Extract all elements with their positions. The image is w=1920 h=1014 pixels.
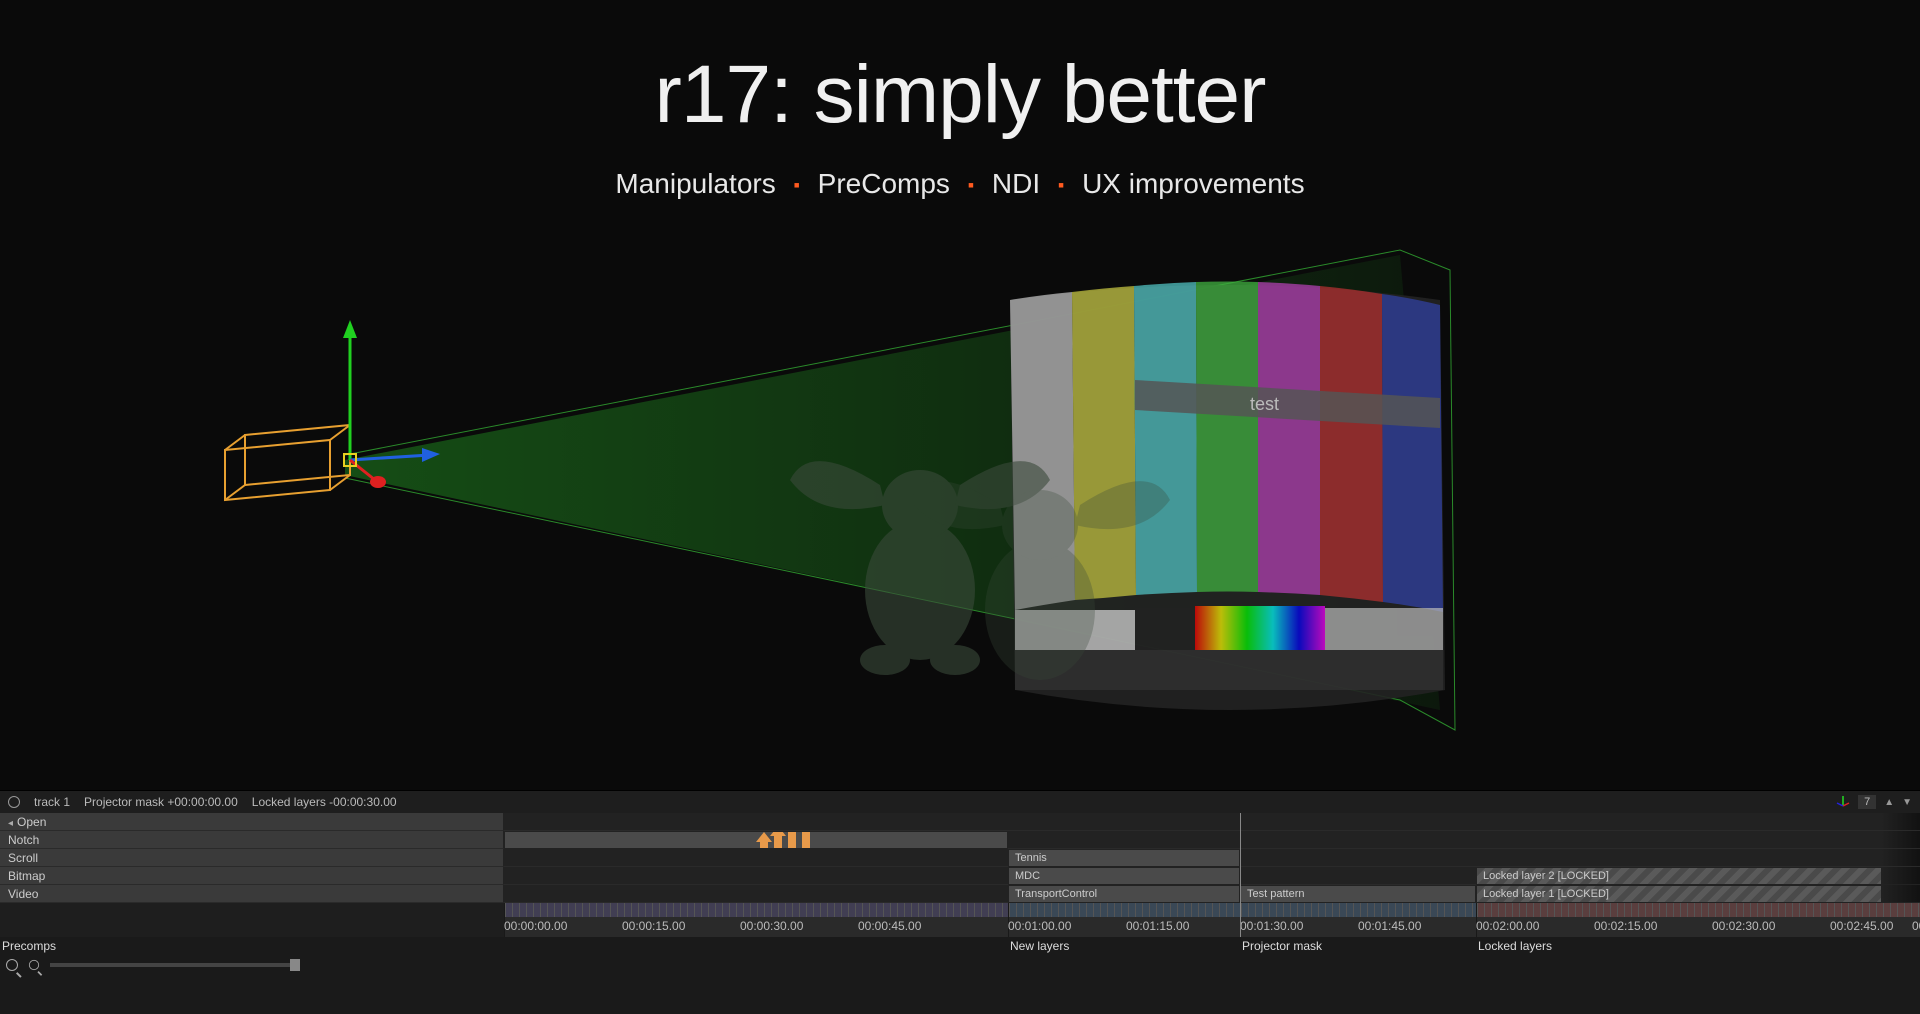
layer-track[interactable] [504, 831, 1920, 849]
zoom-in-icon[interactable] [6, 959, 18, 971]
layer-row[interactable]: Scroll Tennis [0, 849, 1920, 867]
timecode-label: 00:01:15.00 [1126, 919, 1189, 933]
layer-row[interactable]: VideoTransportControlTest patternLocked … [0, 885, 1920, 903]
layer-track[interactable]: ▸ [504, 813, 1920, 831]
timecode-label: 00:00:00.00 [504, 919, 567, 933]
menu-dropdown-icon[interactable]: ▼ [1902, 797, 1912, 808]
section-label: Precomps [0, 937, 504, 955]
timeline-clip[interactable]: Test pattern [1240, 885, 1476, 903]
timecode-label: 00:03:00.00 [1912, 919, 1920, 933]
section-label: New layers [1008, 937, 1069, 955]
section-labels-row: Precomps New layers Projector mask Locked l… [0, 937, 1920, 955]
timecode-label: 00:00:15.00 [622, 919, 685, 933]
timeline-clip[interactable]: TransportControl [1008, 885, 1240, 903]
timeline-clip[interactable]: Tennis [1008, 849, 1240, 867]
zoom-out-icon[interactable] [29, 960, 39, 970]
feature-item: UX improvements [1082, 168, 1305, 199]
timecode-label: 00:01:45.00 [1358, 919, 1421, 933]
layer-track[interactable]: TransportControlTest patternLocked layer… [504, 885, 1920, 903]
timeline-ruler[interactable]: 00:00:00.00 00:00:15.00 00:00:30.00 00:00:4… [0, 903, 1920, 937]
layer-row[interactable]: Notch [0, 831, 1920, 849]
timeline-clip[interactable]: MDC [1008, 867, 1240, 885]
cue-info: Projector mask +00:00:00.00 [84, 795, 238, 809]
timecode-label: 00:01:00.00 [1008, 919, 1071, 933]
notch-bars-icon [760, 831, 810, 848]
layer-track[interactable]: Tennis [504, 849, 1920, 867]
timeline-panel: track 1 Projector mask +00:00:00.00 Lock… [0, 790, 1920, 1014]
separator-icon: ▪ [1058, 175, 1064, 195]
hero-subtitle: Manipulators ▪ PreComps ▪ NDI ▪ UX impro… [0, 168, 1920, 200]
timecode-label: 00:02:30.00 [1712, 919, 1775, 933]
zoom-slider[interactable] [50, 963, 290, 967]
timecode-label: 00:00:45.00 [858, 919, 921, 933]
section-label: Locked layers [1476, 937, 1552, 955]
scroll-up-icon[interactable]: ▲ [1884, 797, 1894, 808]
timeline-clip[interactable]: Locked layer 1 [LOCKED] [1476, 885, 1920, 903]
zoom-controls [0, 955, 1920, 975]
axes-icon[interactable] [1836, 794, 1850, 811]
projector-gizmo [225, 425, 350, 500]
timecode-label: 00:01:30.00 [1240, 919, 1303, 933]
layer-row[interactable]: Bitmap MDC Locked layer 2 [LOCKED] [0, 867, 1920, 885]
layer-name[interactable]: Scroll [0, 849, 504, 867]
layer-name[interactable]: Bitmap [0, 867, 504, 885]
timecode-label: 00:02:15.00 [1594, 919, 1657, 933]
layer-name[interactable]: Video [0, 885, 504, 903]
layer-row[interactable]: Open▸ [0, 813, 1920, 831]
track-label[interactable]: track 1 [34, 795, 70, 809]
playhead[interactable] [1240, 813, 1241, 937]
layer-name[interactable]: Notch [0, 831, 504, 849]
hero-title: r17: simply better [0, 48, 1920, 142]
feature-item: NDI [992, 168, 1040, 199]
feature-item: Manipulators [615, 168, 775, 199]
feature-item: PreComps [818, 168, 950, 199]
timeline-clip[interactable]: Locked layer 2 [LOCKED] [1476, 867, 1920, 885]
hero-banner: r17: simply better Manipulators ▪ PreCom… [0, 0, 1920, 200]
globe-icon[interactable] [8, 796, 20, 808]
timecode-label: 00:00:30.00 [740, 919, 803, 933]
viewport-3d[interactable]: test [0, 230, 1920, 760]
overlay-label: test [1250, 394, 1279, 414]
timeline-clip[interactable] [504, 831, 1008, 849]
layer-track[interactable]: MDC Locked layer 2 [LOCKED] [504, 867, 1920, 885]
timecode-label: 00:02:45.00 [1830, 919, 1893, 933]
cue-info: Locked layers -00:00:30.00 [252, 795, 397, 809]
separator-icon: ▪ [968, 175, 974, 195]
page-number[interactable]: 7 [1858, 795, 1876, 809]
layer-name[interactable]: Open [0, 813, 504, 831]
timeline-header: track 1 Projector mask +00:00:00.00 Lock… [0, 791, 1920, 813]
separator-icon: ▪ [794, 175, 800, 195]
timecode-label: 00:02:00.00 [1476, 919, 1539, 933]
section-label: Projector mask [1240, 937, 1322, 955]
